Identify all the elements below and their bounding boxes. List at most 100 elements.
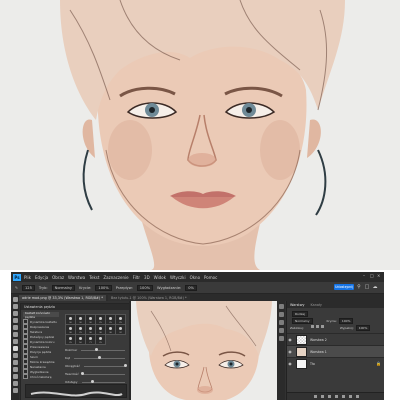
smoothing-field[interactable]: 0% [185,284,197,291]
crop-tool-icon[interactable] [12,325,18,330]
clone-stamp-tool-icon[interactable] [12,353,18,358]
brush-tool-icon[interactable] [12,346,18,351]
lock-position-icon[interactable] [316,325,319,328]
brush-tip-icon [99,317,102,320]
menu-view[interactable]: Widok [154,275,166,280]
menu-help[interactable]: Pomoc [204,275,217,280]
eyedropper-tool-icon[interactable] [12,332,18,337]
brush-size-label: 36 [109,332,112,334]
brush-tool-preset-icon[interactable]: ✎ [15,286,18,290]
slider-track[interactable] [81,380,125,383]
menu-edit[interactable]: Edycja [35,275,48,280]
opacity-field[interactable]: 100% [95,284,112,291]
link-layers-icon[interactable] [313,395,317,398]
type-tool-icon[interactable] [12,374,18,379]
brush-tip-icon [79,327,82,330]
zoom-tool-icon[interactable] [12,388,18,393]
brush-size-label: 32 [119,332,122,334]
workspace-icon[interactable]: □ [364,284,370,290]
tab-channels[interactable]: Kanały [310,303,321,307]
new-layer-icon[interactable] [348,395,352,398]
list-item-label: Dynamika kształtu [30,319,57,324]
layer-opacity-field[interactable]: 100% [338,318,354,324]
lasso-tool-icon[interactable] [12,311,18,316]
brush-tip-shape-button[interactable]: Kształt końcówki pędzla [23,311,59,319]
list-item-label: Dynamika koloru [30,339,55,344]
trash-icon[interactable] [355,395,359,398]
menu-type[interactable]: Tekst [89,275,99,280]
list-item-label: Tekstura [30,329,43,334]
menu-layer[interactable]: Warstwa [68,275,85,280]
layer-name: Warstwa 1 [310,349,327,354]
brush-size-field[interactable]: 125 [22,284,35,291]
slider-track[interactable] [81,348,125,351]
menu-plugins[interactable]: Wtyczki [170,275,186,280]
layer-filter-select[interactable]: Rodzaj [292,311,308,317]
properties-icon[interactable] [278,312,284,317]
gradient-tool-icon[interactable] [12,367,18,372]
eye-icon[interactable]: ◉ [287,337,293,342]
document-tabs: adrie mod.png @ 33,3% (Warstwa 1, RGB/8#… [19,294,384,301]
document-canvas[interactable] [129,301,279,400]
slider-row: Twardość [65,370,125,378]
eye-icon[interactable]: ◉ [287,361,293,366]
menu-window[interactable]: Okno [190,275,200,280]
slider-knob[interactable] [123,364,127,367]
slider-knob[interactable] [90,380,94,383]
blend-mode-select[interactable]: Normalny [292,318,313,324]
maximize-icon[interactable]: □ [370,273,375,278]
slider-knob[interactable] [81,372,85,375]
adjustment-layer-icon[interactable] [334,395,338,398]
menu-filter[interactable]: Filtr [133,275,140,280]
adjustments-icon[interactable] [278,320,284,325]
move-tool-icon[interactable] [12,297,18,302]
layer-row[interactable]: ◉ Warstwa 2 [287,333,384,345]
history-icon[interactable] [278,304,284,309]
menu-image[interactable]: Obraz [52,275,64,280]
slider-row: Okrągłość [65,362,127,370]
marquee-tool-icon[interactable] [12,304,18,309]
swatches-icon[interactable] [278,328,284,333]
brush-size-label: 50 [79,342,82,344]
menu-3d[interactable]: 3D [144,275,150,280]
slider-track[interactable] [83,364,127,367]
photoshop-logo-icon: Ps [13,273,21,281]
checkbox[interactable] [23,374,28,379]
eye-icon[interactable]: ◉ [287,349,293,354]
brush-preset-swatch[interactable]: 32 [115,324,126,335]
layer-row[interactable]: ◉ Warstwa 1 [287,345,384,357]
flow-field[interactable]: 100% [136,284,154,291]
slider-track[interactable] [73,356,125,359]
blend-row: Normalny Krycie: 100% [290,318,354,324]
brush-preset-swatch[interactable]: 25 [95,334,106,345]
eraser-tool-icon[interactable] [12,360,18,365]
brushes-icon[interactable] [278,336,284,341]
healing-tool-icon[interactable] [12,339,18,344]
hand-tool-icon[interactable] [12,381,18,386]
lock-buttons [311,325,326,328]
mode-select[interactable]: Normalny [51,284,76,291]
slider-knob[interactable] [95,348,99,351]
list-item[interactable]: Chroń teksturę [23,374,61,379]
cloud-icon[interactable]: ☁ [372,284,378,290]
menu-select[interactable]: Zaznaczenie [103,275,128,280]
menu-file[interactable]: Plik [24,275,31,280]
tab-document-active[interactable]: adrie mod.png @ 33,3% (Warstwa 1, RGB/8#… [19,295,106,301]
group-icon[interactable] [341,395,345,398]
add-mask-icon[interactable] [327,395,331,398]
fill-field[interactable]: 100% [355,325,371,331]
share-button[interactable]: Udostępnij [334,284,354,290]
slider-track[interactable] [81,372,125,375]
close-icon[interactable]: × [377,273,382,278]
lock-all-icon[interactable] [321,325,324,328]
minimize-icon[interactable]: – [363,273,368,278]
slider-knob[interactable] [97,356,101,359]
layer-row[interactable]: ◉ Tło 🔒 [287,357,384,369]
layer-style-icon[interactable] [320,395,324,398]
magic-wand-tool-icon[interactable] [12,318,18,323]
tab-layers[interactable]: Warstwy [290,303,304,307]
lock-pixels-icon[interactable] [311,325,314,328]
brush-tip-icon [69,317,72,320]
search-icon[interactable]: ⚲ [356,284,362,290]
slider-label: Okrągłość [65,364,80,368]
